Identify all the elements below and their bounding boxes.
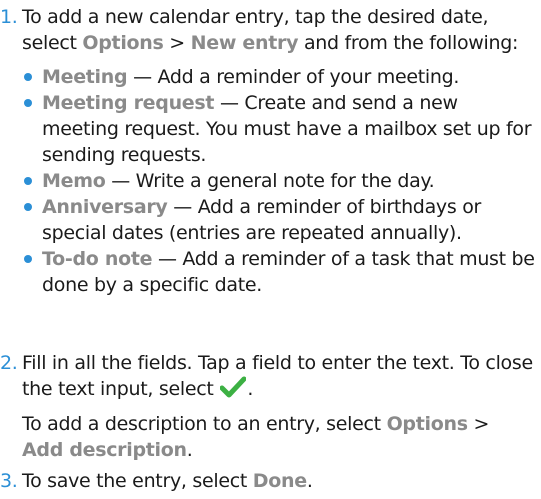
step-text: and from the following: (303, 32, 519, 54)
ui-term: Memo (42, 170, 106, 192)
checkmark-icon (219, 376, 247, 405)
ui-term: Meeting request (42, 92, 215, 114)
ui-term-new-entry: New entry (190, 32, 299, 54)
menu-separator: > (169, 32, 185, 54)
step-body: To save the entry, select Done. (22, 468, 535, 494)
step-text: Fill in all the fields. Tap a field to e… (22, 352, 533, 400)
item-description: — Write a general note for the day. (111, 170, 435, 192)
step-text: . (186, 439, 193, 461)
ui-term: Meeting (42, 66, 128, 88)
bullet-icon (24, 99, 32, 107)
ui-term-options: Options (386, 413, 468, 435)
step-text: To add a description to an entry, select (22, 413, 381, 435)
ui-term-done: Done (252, 470, 307, 492)
bullet-icon (24, 255, 32, 263)
step-number: 1. (0, 6, 18, 28)
menu-separator: > (473, 413, 490, 435)
ui-term-add-description: Add description (22, 439, 187, 461)
instruction-page: 1. To add a new calendar entry, tap the … (0, 0, 541, 499)
step-body: Fill in all the fields. Tap a field to e… (22, 350, 535, 463)
item-description: — Add a reminder of your meeting. (133, 66, 460, 88)
list-item: To-do note — Add a reminder of a task th… (22, 246, 535, 298)
list-item: Anniversary — Add a reminder of birthday… (22, 194, 535, 246)
step-text: To save the entry, select (22, 470, 248, 492)
step-number: 3. (0, 470, 18, 492)
step-paragraph: To add a description to an entry, select… (22, 411, 535, 463)
list-item: Memo — Write a general note for the day. (22, 168, 535, 194)
bullet-icon (24, 73, 32, 81)
ui-term: To-do note (42, 248, 153, 270)
bullet-icon (24, 203, 32, 211)
bullet-icon (24, 177, 32, 185)
ui-term: Anniversary (42, 196, 168, 218)
step-text: . (306, 470, 313, 492)
step-number: 2. (0, 352, 18, 374)
entry-type-list: Meeting — Add a reminder of your meeting… (22, 64, 535, 298)
list-item: Meeting request — Create and send a new … (22, 90, 535, 168)
ui-term-options: Options (82, 32, 164, 54)
step-text: . (247, 378, 254, 400)
list-item: Meeting — Add a reminder of your meeting… (22, 64, 535, 90)
step-body: To add a new calendar entry, tap the des… (22, 4, 535, 298)
